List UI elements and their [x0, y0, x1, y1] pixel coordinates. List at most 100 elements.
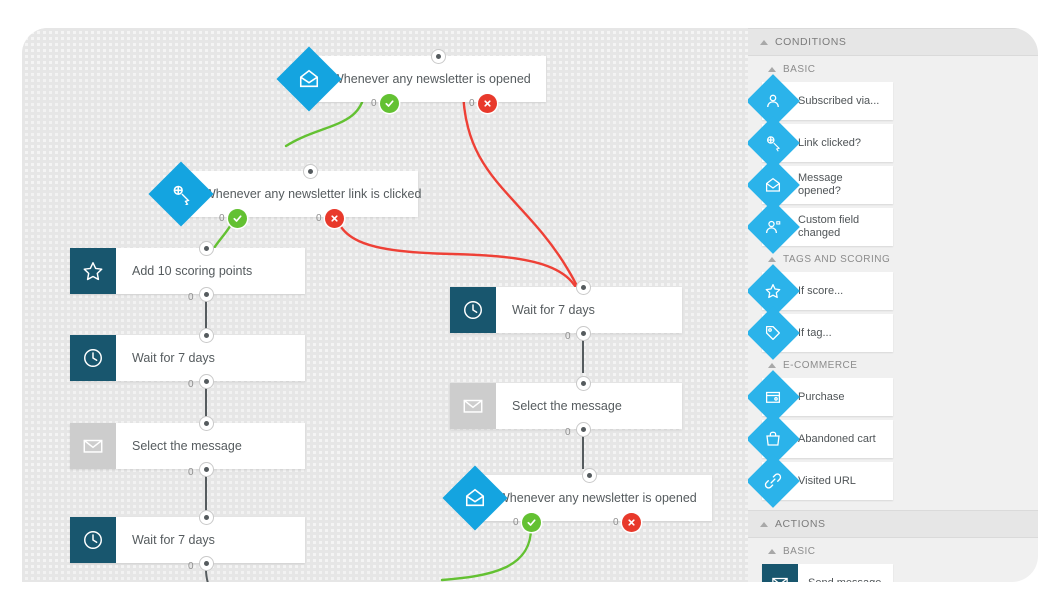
node-top-port[interactable]: [576, 376, 591, 391]
group-title: E-commerce: [783, 359, 858, 371]
node-yes-badge[interactable]: [228, 209, 247, 228]
clock-icon: [450, 287, 496, 333]
node-trigger-newsletter-link-clicked[interactable]: Whenever any newsletter link is clicked …: [148, 161, 428, 228]
tag-icon: [748, 306, 800, 360]
tile-grid-actions-basic: Send message Copy to campaign Move to ca…: [748, 564, 1038, 582]
chain-link-icon: [748, 454, 800, 508]
tile-purchase[interactable]: Purchase: [748, 370, 893, 424]
tile-visited-url[interactable]: Visited URL: [748, 454, 893, 508]
tile-grid-conditions-tags: If score... If tag...: [748, 264, 1038, 360]
node-yes-badge[interactable]: [380, 94, 399, 113]
node-bottom-port[interactable]: [576, 326, 591, 341]
node-top-port[interactable]: [582, 468, 597, 483]
group-header-conditions-ecommerce[interactable]: E-commerce: [748, 352, 1038, 378]
node-action-add-scoring-points[interactable]: Add 10 scoring points 0: [70, 241, 310, 303]
node-trigger-newsletter-opened-2[interactable]: Whenever any newsletter is opened 0 0: [442, 465, 717, 532]
node-bottom-port[interactable]: [199, 556, 214, 571]
envelope-icon: [762, 564, 798, 582]
node-top-port[interactable]: [199, 241, 214, 256]
node-no-port-count: 0: [469, 98, 475, 109]
tile-label: Custom field changed: [798, 214, 860, 239]
node-yes-badge[interactable]: [522, 513, 541, 532]
node-top-port[interactable]: [431, 49, 446, 64]
node-bottom-port-count: 0: [188, 292, 194, 303]
node-top-port[interactable]: [199, 416, 214, 431]
envelope-open-icon: [442, 465, 508, 531]
caret-up-icon: [760, 39, 768, 45]
node-bottom-port[interactable]: [576, 422, 591, 437]
node-top-port[interactable]: [199, 510, 214, 525]
node-action-select-message-left[interactable]: Select the message 0: [70, 416, 310, 478]
tile-custom-field-changed[interactable]: Custom field changed: [748, 200, 893, 254]
user-edit-icon: [748, 200, 800, 254]
node-bottom-port-count: 0: [565, 331, 571, 342]
tile-grid-conditions-basic: Subscribed via... Link clicked? Message …: [748, 74, 1038, 254]
envelope-icon: [70, 423, 116, 469]
group-header-actions-basic[interactable]: Basic: [748, 538, 1038, 564]
node-action-select-message-mid[interactable]: Select the message 0: [450, 376, 690, 438]
node-title: Whenever any newsletter is opened: [498, 491, 697, 505]
star-icon: [748, 264, 800, 318]
node-yes-port-count: 0: [371, 98, 377, 109]
envelope-open-icon: [276, 46, 342, 112]
node-title: Add 10 scoring points: [132, 264, 253, 278]
node-no-badge[interactable]: [622, 513, 641, 532]
node-top-port[interactable]: [576, 280, 591, 295]
node-no-port-count: 0: [613, 517, 619, 528]
user-icon: [748, 74, 800, 128]
basket-icon: [748, 412, 800, 466]
link-click-icon: [148, 161, 214, 227]
node-bottom-port-count: 0: [188, 467, 194, 478]
wallet-icon: [748, 370, 800, 424]
node-bottom-port-count: 0: [188, 561, 194, 572]
node-action-wait-7-days-left-1[interactable]: Wait for 7 days 0: [70, 328, 310, 390]
node-bottom-port-count: 0: [188, 379, 194, 390]
node-title: Select the message: [132, 439, 242, 453]
node-yes-port-count: 0: [219, 213, 225, 224]
envelope-open-icon: [748, 158, 800, 212]
tile-abandoned-cart[interactable]: Abandoned cart: [748, 412, 893, 466]
panel-title: Conditions: [775, 36, 847, 48]
node-bottom-port[interactable]: [199, 462, 214, 477]
node-title: Wait for 7 days: [132, 533, 215, 547]
envelope-icon: [450, 383, 496, 429]
group-title: Tags and scoring: [783, 253, 891, 265]
tile-grid-conditions-ecommerce: Purchase Abandoned cart Visited URL: [748, 370, 1038, 508]
caret-up-icon: [768, 548, 776, 554]
group-header-conditions-tags[interactable]: Tags and scoring: [748, 246, 1038, 272]
node-title: Wait for 7 days: [512, 303, 595, 317]
node-no-badge[interactable]: [478, 94, 497, 113]
workflow-canvas[interactable]: Whenever any newsletter is opened 0 0 Wh…: [22, 28, 748, 582]
node-top-port[interactable]: [199, 328, 214, 343]
group-header-conditions-basic[interactable]: Basic: [748, 56, 1038, 82]
node-trigger-newsletter-opened-1[interactable]: Whenever any newsletter is opened 0 0: [276, 46, 546, 113]
tile-message-opened[interactable]: Message opened?: [748, 158, 893, 212]
tile-label: Message opened?: [798, 172, 843, 197]
panel-header-actions[interactable]: Actions: [748, 510, 1038, 538]
tile-label: Subscribed via...: [798, 94, 880, 107]
group-title: Basic: [783, 545, 816, 557]
tile-if-score[interactable]: If score...: [748, 264, 893, 318]
tile-link-clicked[interactable]: Link clicked?: [748, 116, 893, 170]
tile-send-message[interactable]: Send message: [762, 564, 893, 582]
star-icon: [70, 248, 116, 294]
panel-header-conditions[interactable]: Conditions: [748, 28, 1038, 56]
tile-subscribed-via[interactable]: Subscribed via...: [748, 74, 893, 128]
caret-up-icon: [760, 521, 768, 527]
node-no-badge[interactable]: [325, 209, 344, 228]
palette-sidebar[interactable]: Conditions Basic Subscribed via... Link …: [748, 28, 1038, 582]
node-bottom-port-count: 0: [565, 427, 571, 438]
node-top-port[interactable]: [303, 164, 318, 179]
node-action-wait-7-days-left-2[interactable]: Wait for 7 days 0: [70, 510, 310, 572]
node-title: Select the message: [512, 399, 622, 413]
node-bottom-port[interactable]: [199, 287, 214, 302]
node-no-port-count: 0: [316, 213, 322, 224]
node-yes-port-count: 0: [513, 517, 519, 528]
clock-icon: [70, 335, 116, 381]
link-click-icon: [748, 116, 800, 170]
node-action-wait-7-days-mid[interactable]: Wait for 7 days 0: [450, 280, 690, 342]
node-bottom-port[interactable]: [199, 374, 214, 389]
caret-up-icon: [768, 362, 776, 368]
tile-if-tag[interactable]: If tag...: [748, 306, 893, 360]
workflow-builder-window: Whenever any newsletter is opened 0 0 Wh…: [0, 0, 1054, 610]
